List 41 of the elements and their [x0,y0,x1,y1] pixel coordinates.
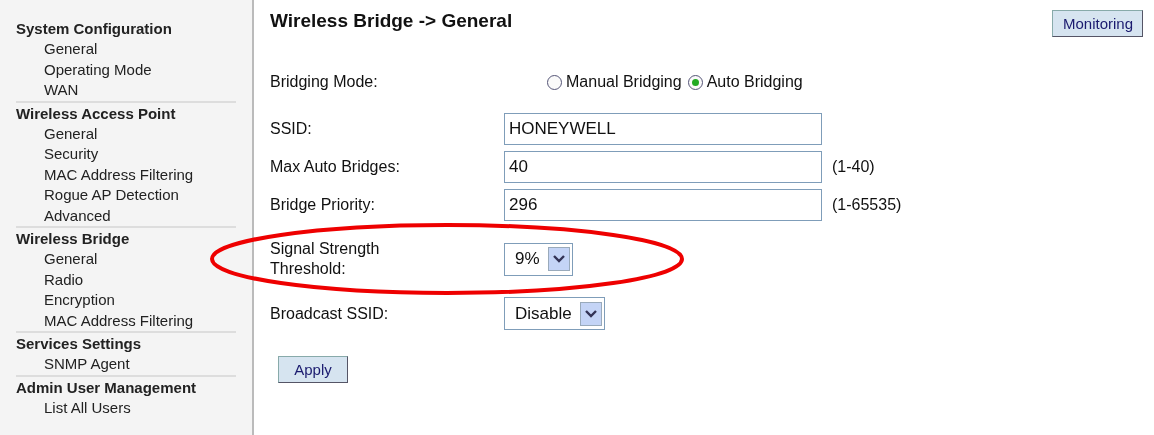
radio-button[interactable] [547,74,562,90]
chevron-down-icon [579,301,602,326]
sidebar-link[interactable]: General [16,249,98,270]
sidebar-link[interactable]: MAC Address Filtering [16,310,194,331]
sidebar-link[interactable]: WAN [16,80,79,101]
field-label: Signal Strength Threshold: [270,239,410,279]
radio-label[interactable]: Auto Bridging [706,73,803,91]
field-label: Broadcast SSID: [270,304,390,323]
sidebar-link[interactable]: List All Users [16,397,131,418]
dropdown[interactable]: Disable [504,297,605,330]
field-label: Max Auto Bridges: [270,158,401,176]
field-label: Bridging Mode: [270,73,379,91]
sidebar-link[interactable]: General [16,39,98,60]
range-hint: (1-65535) [832,196,903,214]
chevron-down-icon [547,247,570,271]
sidebar-link[interactable]: SNMP Agent [16,354,130,375]
sidebar-link[interactable]: MAC Address Filtering [16,164,194,185]
monitoring-button[interactable]: Monitoring [1052,10,1143,37]
sidebar-link[interactable]: Rogue AP Detection [16,185,179,206]
dropdown[interactable]: 9% [504,242,573,276]
sidebar-link[interactable]: Radio [16,269,84,290]
field-label: SSID: [270,120,313,138]
sidebar-link[interactable]: Encryption [16,290,115,311]
sidebar-heading: Admin User Management [16,377,197,398]
text-field[interactable]: 296 [504,189,822,221]
field-label: Bridge Priority: [270,196,376,214]
apply-button[interactable]: Apply [278,356,348,383]
sidebar-link[interactable]: General [16,123,98,144]
range-hint: (1-40) [832,158,876,176]
sidebar-link[interactable]: Security [16,144,99,165]
page-title: Wireless Bridge -> General [270,10,513,32]
sidebar-link[interactable]: Advanced [16,205,111,226]
sidebar-heading: Wireless Bridge [16,229,130,249]
radio-label[interactable]: Manual Bridging [566,73,682,91]
sidebar-heading: Services Settings [16,334,142,354]
sidebar-heading: System Configuration [16,19,172,39]
sidebar-heading: Wireless Access Point [16,103,176,124]
text-field[interactable]: 40 [504,151,822,183]
radio-button[interactable] [687,74,703,90]
sidebar-link[interactable]: Operating Mode [16,59,152,80]
text-field[interactable]: HONEYWELL [504,113,822,145]
